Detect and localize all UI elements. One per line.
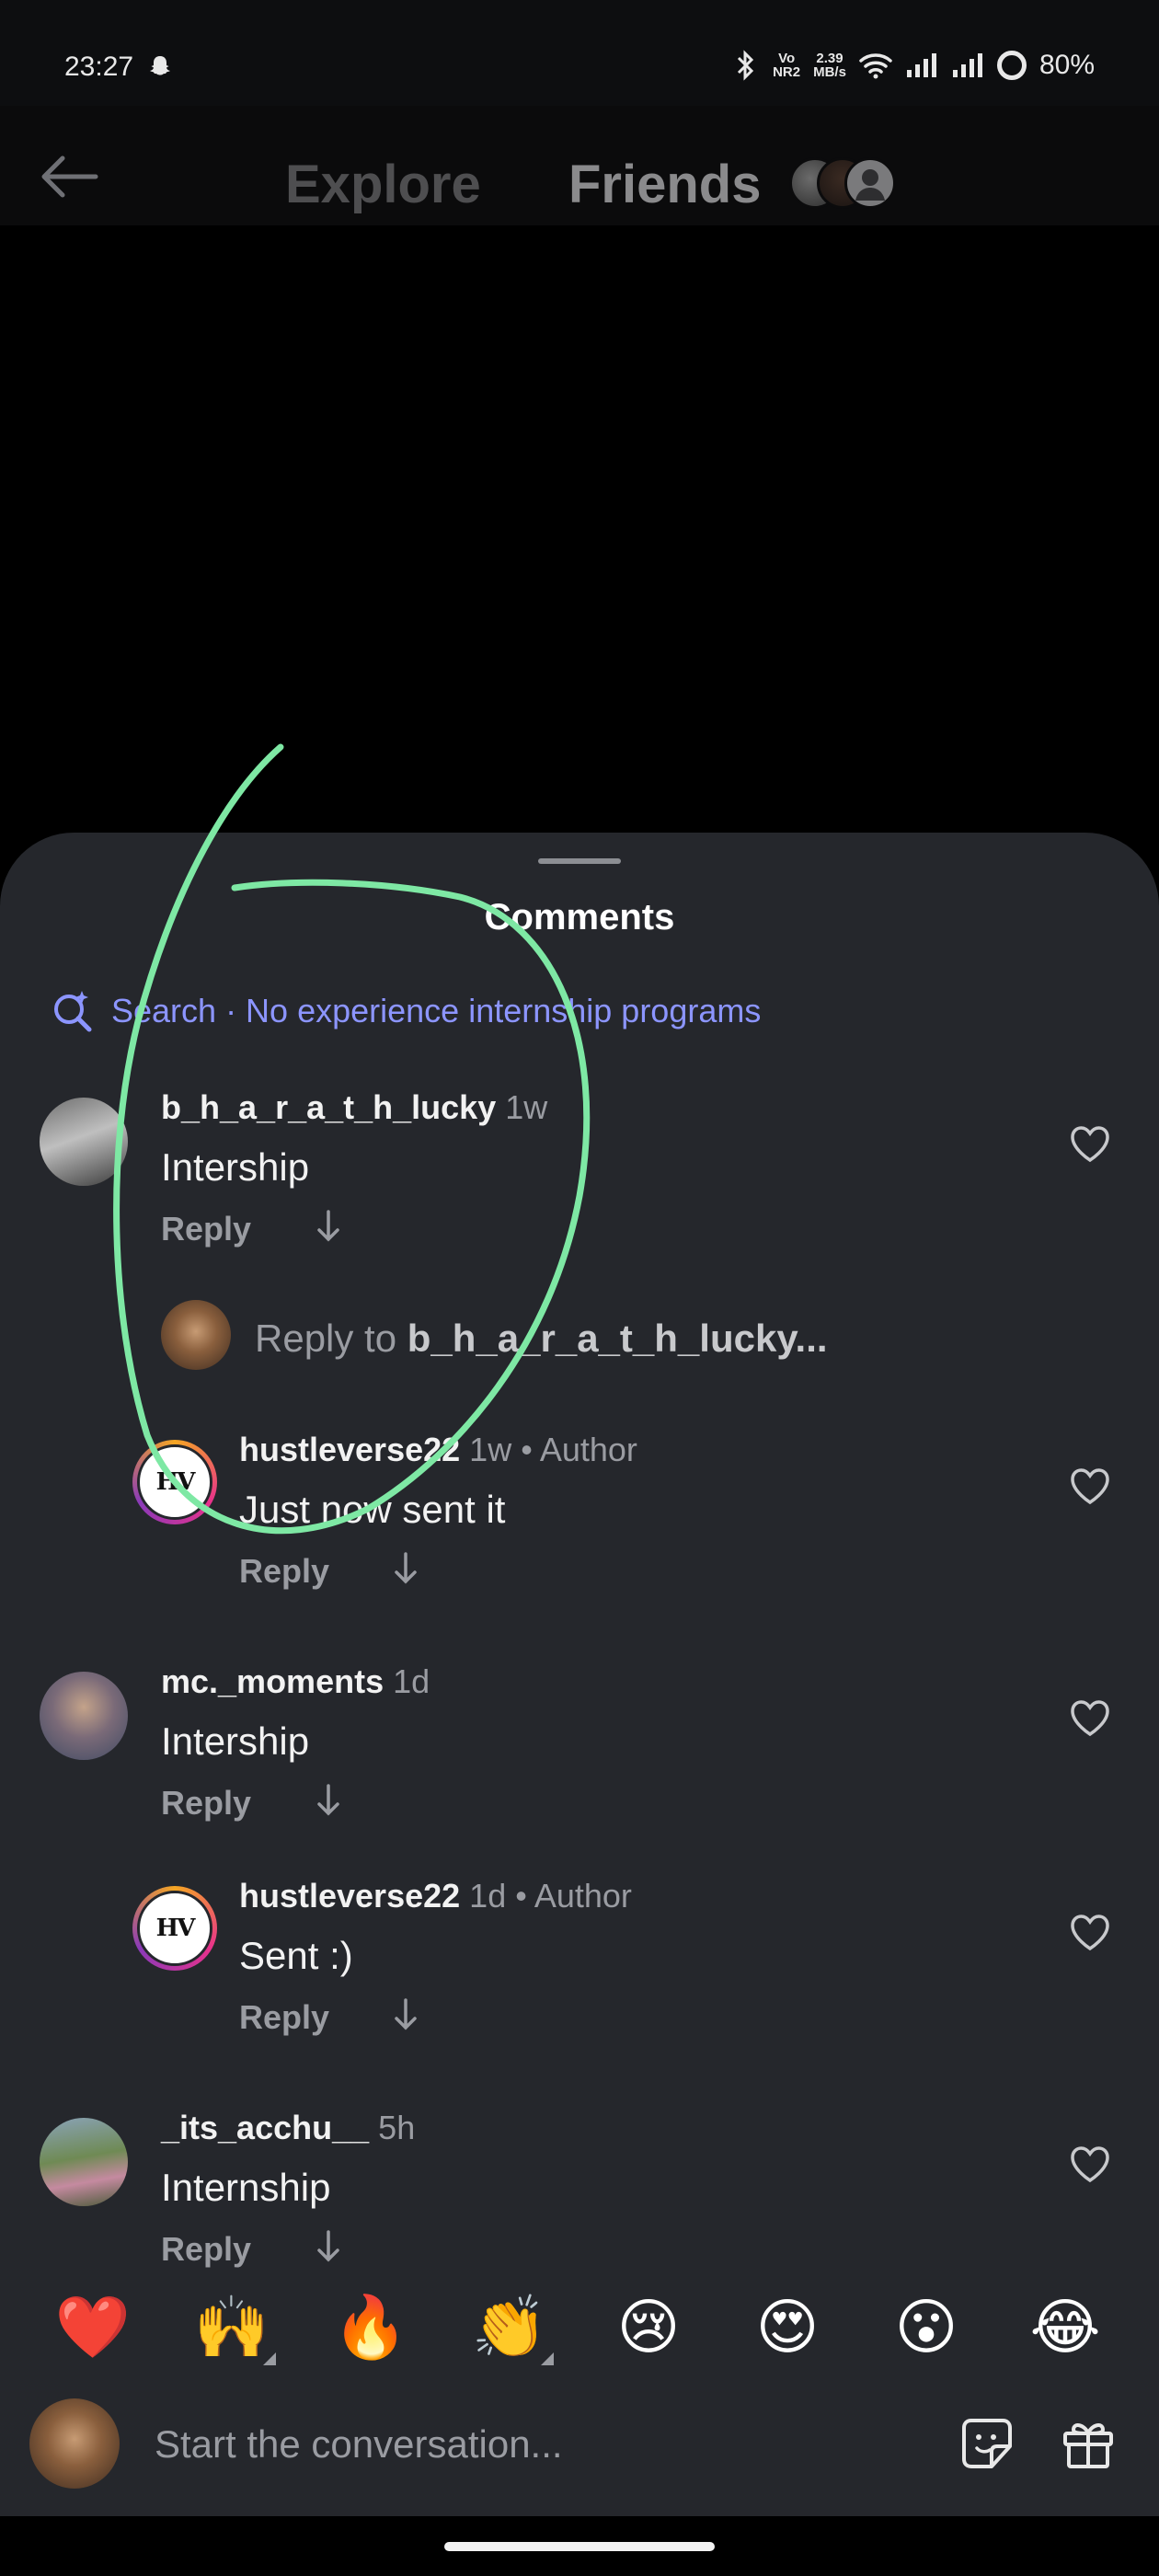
reply-to-text: Reply to b_h_a_r_a_t_h_lucky... — [255, 1317, 828, 1361]
tab-explore[interactable]: Explore — [285, 154, 481, 215]
volte-label: Vo — [778, 51, 796, 66]
show-replies-arrow-icon[interactable] — [392, 1550, 419, 1587]
like-heart-icon[interactable] — [1069, 2145, 1111, 2184]
home-gesture-pill[interactable] — [444, 2542, 715, 2551]
comment-time: 5h — [378, 2109, 416, 2146]
friends-avatar-stack[interactable] — [789, 157, 909, 209]
status-bar: 23:27 Vo NR2 2.39 MB/s 80% — [0, 0, 1159, 106]
status-icons: Vo NR2 2.39 MB/s 80% — [732, 50, 1095, 81]
hustleverse-avatar[interactable]: HV — [132, 1440, 217, 1524]
username-text: hustleverse22 — [239, 1877, 461, 1915]
search-sparkle-icon — [54, 991, 92, 1032]
system-navigation-bar — [0, 2516, 1159, 2576]
comment-text: Intership — [161, 1719, 310, 1763]
battery-level: 80% — [1039, 50, 1095, 80]
reply-to-prefix: Reply to — [255, 1317, 407, 1360]
snapchat-ghost-icon — [150, 56, 170, 75]
comment-username[interactable]: hustleverse22 1w • Author — [239, 1431, 637, 1469]
emoji-variant-indicator — [263, 2352, 276, 2365]
emoji-fire[interactable]: 🔥 — [329, 2286, 412, 2369]
comment-username[interactable]: hustleverse22 1d • Author — [239, 1877, 632, 1915]
like-heart-icon[interactable] — [1069, 1467, 1111, 1506]
comment-composer: Start the conversation... — [0, 2387, 1159, 2516]
comment-time: 1d — [469, 1877, 507, 1915]
gift-icon[interactable] — [1060, 2415, 1117, 2472]
hv-logo-text: HV — [137, 1444, 212, 1520]
emoji-surprised[interactable]: 😮 — [885, 2286, 968, 2369]
volte-indicator: Vo NR2 — [773, 52, 800, 79]
show-replies-arrow-icon[interactable] — [315, 1208, 342, 1245]
reply-button[interactable]: Reply — [239, 1552, 329, 1591]
friend-avatar — [844, 157, 896, 209]
comments-sheet: Comments Search · No experience internsh… — [0, 833, 1159, 2516]
username-text: mc._moments — [161, 1662, 384, 1700]
sheet-drag-handle[interactable] — [538, 858, 621, 864]
back-arrow-icon[interactable] — [37, 154, 101, 200]
emoji-raised-hands[interactable]: 🙌 — [190, 2286, 273, 2369]
network-speed-value: 2.39 — [816, 51, 843, 66]
reply-to-username: b_h_a_r_a_t_h_lucky... — [407, 1317, 828, 1360]
comment-time: 1w — [505, 1088, 548, 1126]
username-text: _its_acchu__ — [161, 2109, 370, 2146]
reply-button[interactable]: Reply — [239, 1998, 329, 2037]
username-text: hustleverse22 — [239, 1431, 461, 1468]
sticker-icon[interactable] — [958, 2415, 1016, 2472]
signal-icon-1 — [906, 53, 936, 77]
emoji-crying[interactable]: 😢 — [607, 2286, 690, 2369]
nr-label: NR2 — [773, 64, 801, 80]
related-search-link[interactable]: Search · No experience internship progra… — [51, 989, 761, 1033]
emoji-clap[interactable]: 👏 — [468, 2286, 551, 2369]
reply-button[interactable]: Reply — [161, 1784, 251, 1823]
hustleverse-avatar[interactable]: HV — [132, 1886, 217, 1971]
author-badge: • Author — [511, 1431, 637, 1468]
like-heart-icon[interactable] — [1069, 1125, 1111, 1164]
reply-button[interactable]: Reply — [161, 2230, 251, 2269]
emoji-heart-eyes[interactable]: 😍 — [746, 2286, 829, 2369]
comment-text: Intership — [161, 1145, 310, 1189]
comment-username[interactable]: mc._moments 1d — [161, 1662, 430, 1701]
emoji-laughing[interactable]: 😂 — [1024, 2286, 1107, 2369]
comment-username[interactable]: _its_acchu__ 5h — [161, 2109, 415, 2147]
sheet-title: Comments — [484, 897, 675, 937]
my-avatar — [29, 2398, 120, 2489]
bluetooth-icon — [738, 50, 754, 81]
username-text: b_h_a_r_a_t_h_lucky — [161, 1088, 497, 1126]
wifi-icon — [859, 53, 892, 79]
comment-input[interactable]: Start the conversation... — [155, 2422, 563, 2467]
emoji-heart[interactable]: ❤️ — [52, 2286, 134, 2369]
like-heart-icon[interactable] — [1069, 1914, 1111, 1952]
default-profile-icon — [855, 169, 885, 201]
user-avatar[interactable] — [40, 1672, 128, 1760]
comment-text: Just now sent it — [239, 1488, 506, 1531]
tab-friends[interactable]: Friends — [568, 154, 762, 215]
comment-text: Sent :) — [239, 1934, 353, 1977]
my-avatar — [161, 1300, 231, 1370]
show-replies-arrow-icon[interactable] — [315, 2228, 342, 2265]
author-badge: • Author — [506, 1877, 632, 1915]
user-avatar[interactable] — [40, 1098, 128, 1186]
related-search-text: Search · No experience internship progra… — [111, 992, 762, 1029]
comment-time: 1w — [469, 1431, 512, 1468]
top-header: Explore Friends — [0, 106, 1159, 225]
battery-icon — [996, 51, 1027, 80]
comment-username[interactable]: b_h_a_r_a_t_h_lucky 1w — [161, 1088, 547, 1127]
reply-button[interactable]: Reply — [161, 1210, 251, 1248]
quick-emoji-row: ❤️ 🙌 🔥 👏 😢 😍 😮 😂 — [0, 2286, 1159, 2387]
user-avatar[interactable] — [40, 2118, 128, 2206]
network-speed: 2.39 MB/s — [813, 52, 846, 79]
show-replies-arrow-icon[interactable] — [315, 1782, 342, 1819]
signal-icon-2 — [952, 53, 982, 77]
emoji-variant-indicator — [541, 2352, 554, 2365]
status-time: 23:27 — [64, 52, 134, 82]
show-replies-arrow-icon[interactable] — [392, 1996, 419, 2033]
network-speed-unit: MB/s — [813, 64, 846, 80]
comment-time: 1d — [393, 1662, 430, 1700]
hv-logo-text: HV — [137, 1891, 212, 1966]
like-heart-icon[interactable] — [1069, 1699, 1111, 1738]
comment-text: Internship — [161, 2166, 331, 2209]
